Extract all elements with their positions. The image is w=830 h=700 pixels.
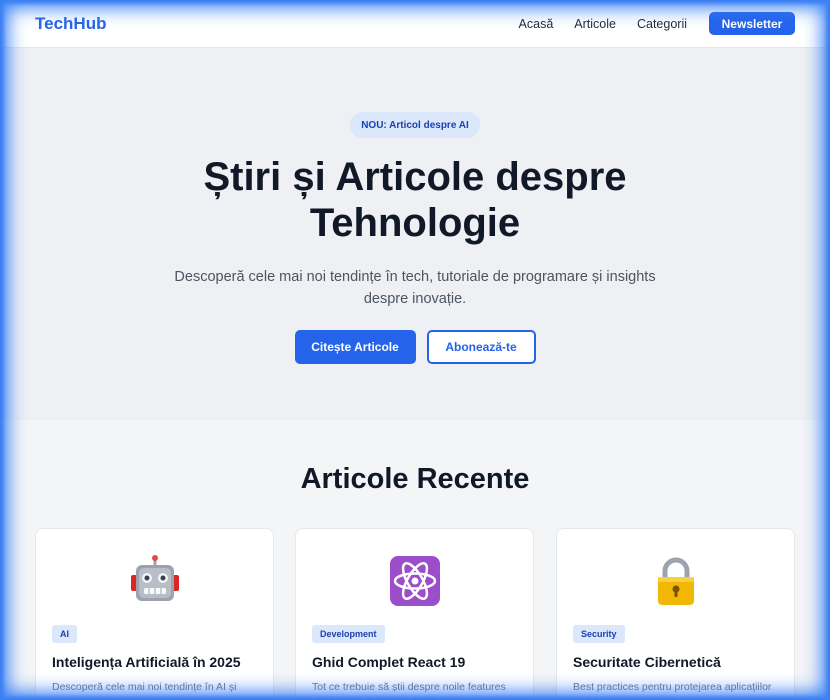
nav-link-home[interactable]: Acasă [519, 17, 554, 31]
main-nav: Acasă Articole Categorii Newsletter [498, 12, 795, 35]
article-card[interactable]: Development Ghid Complet React 19 Tot ce… [295, 528, 534, 700]
category-tag[interactable]: Development [312, 625, 385, 643]
article-title[interactable]: Inteligența Artificială în 2025 [52, 654, 261, 670]
recent-articles-section: Articole Recente AI Inteligența Artifici… [0, 420, 830, 700]
category-tag[interactable]: Security [573, 625, 625, 643]
read-articles-button[interactable]: Citește Articole [294, 330, 416, 364]
nav-link-categories[interactable]: Categorii [637, 17, 687, 31]
new-article-badge[interactable]: NOU: Articol despre AI [350, 112, 480, 138]
article-card[interactable]: AI Inteligența Artificială în 2025 Desco… [35, 528, 274, 700]
article-excerpt: Tot ce trebuie să știi despre noile feat… [312, 681, 506, 700]
article-excerpt: Best practices pentru protejarea aplicaț… [573, 681, 772, 700]
hero-subtitle: Descoperă cele mai noi tendințe în tech,… [174, 269, 656, 307]
newsletter-button[interactable]: Newsletter [709, 12, 795, 35]
hero-title: Știri și Articole despre Tehnologie [203, 155, 627, 245]
category-tag[interactable]: AI [52, 625, 77, 643]
hero-section: NOU: Articol despre AI Știri și Articole… [0, 48, 830, 420]
section-title: Articole Recente [300, 463, 530, 495]
robot-icon [36, 553, 273, 609]
nav-link-articles[interactable]: Articole [574, 17, 616, 31]
article-excerpt: Descoperă cele mai noi tendințe în AI și… [52, 681, 237, 700]
atom-icon [296, 553, 533, 609]
article-title[interactable]: Ghid Complet React 19 [312, 654, 521, 670]
hero-actions: Citește Articole Abonează-te [294, 330, 536, 364]
lock-icon [557, 553, 794, 609]
site-header: TechHub Acasă Articole Categorii Newslet… [0, 0, 830, 48]
article-card[interactable]: Security Securitate Cibernetică Best pra… [556, 528, 795, 700]
article-title[interactable]: Securitate Cibernetică [573, 654, 782, 670]
logo[interactable]: TechHub [35, 14, 106, 34]
subscribe-button[interactable]: Abonează-te [426, 330, 536, 364]
